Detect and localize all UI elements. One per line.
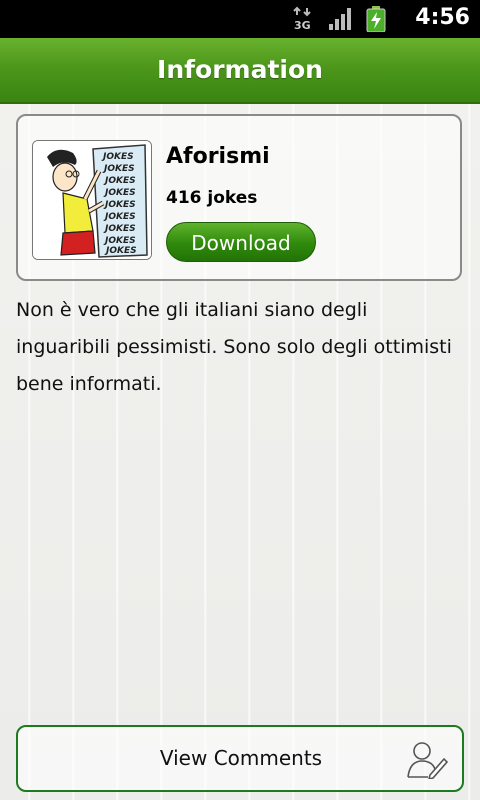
svg-text:JOKES: JOKES bbox=[103, 212, 136, 222]
collection-thumbnail: JOKES JOKES JOKES JOKES JOKES JOKES JOKE… bbox=[32, 140, 152, 260]
status-time: 4:56 bbox=[415, 5, 470, 30]
download-button[interactable]: Download bbox=[166, 222, 316, 262]
svg-text:JOKES: JOKES bbox=[103, 224, 136, 234]
joke-count: 416 jokes bbox=[166, 188, 258, 208]
joke-collection-card: JOKES JOKES JOKES JOKES JOKES JOKES JOKE… bbox=[16, 114, 462, 281]
collection-title: Aforismi bbox=[166, 144, 270, 169]
signal-icon bbox=[329, 8, 351, 30]
svg-text:JOKES: JOKES bbox=[103, 176, 136, 186]
page-title: Information bbox=[157, 55, 323, 84]
svg-text:JOKES: JOKES bbox=[103, 188, 136, 198]
svg-text:JOKES: JOKES bbox=[102, 164, 135, 174]
jokes-cartoon-image: JOKES JOKES JOKES JOKES JOKES JOKES JOKE… bbox=[33, 141, 151, 259]
joke-description: Non è vero che gli italiani siano degli … bbox=[16, 299, 452, 395]
network-type-label: 3G bbox=[294, 19, 311, 32]
battery-charging-icon bbox=[366, 6, 386, 32]
status-bar: 3G 4:56 bbox=[0, 0, 480, 38]
svg-text:JOKES: JOKES bbox=[101, 152, 134, 162]
title-bar: Information bbox=[0, 38, 480, 104]
svg-text:JOKES: JOKES bbox=[104, 246, 137, 256]
view-comments-label: View Comments bbox=[159, 746, 323, 770]
view-comments-button[interactable]: View Comments bbox=[16, 725, 464, 792]
svg-text:JOKES: JOKES bbox=[103, 236, 136, 246]
svg-text:JOKES: JOKES bbox=[103, 200, 136, 210]
edit-user-icon bbox=[407, 742, 448, 779]
data-3g-icon: 3G bbox=[293, 6, 311, 32]
